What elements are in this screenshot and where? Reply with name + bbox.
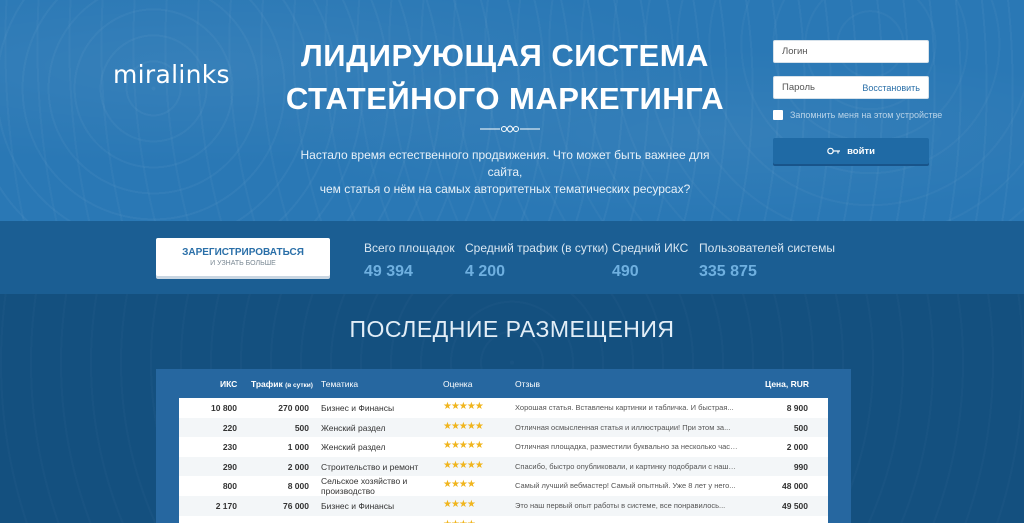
- recent-placements-section: ПОСЛЕДНИЕ РАЗМЕЩЕНИЯ ИКС Трафик (в сутки…: [0, 294, 1024, 523]
- cell-traffic: 500: [294, 422, 309, 433]
- cell-theme: Бизнес и Финансы: [321, 403, 395, 413]
- cell-review: Хорошая статья. Вставлены картинки и таб…: [515, 403, 734, 412]
- remember-me-label: Запомнить меня на этом устройстве: [790, 110, 943, 120]
- cell-theme: Строительство и ремонт: [321, 461, 419, 472]
- cell-traffic: 76 000: [283, 500, 309, 511]
- table-body: 10 800 270 000 Бизнес и Финансы ★★★★★ Хо…: [179, 398, 828, 523]
- col-header-rating[interactable]: Оценка: [443, 379, 472, 389]
- subtitle-line-2: чем статья о нём на самых авторитетных т…: [319, 182, 691, 196]
- cell-price: 990: [793, 461, 808, 472]
- table-row[interactable]: 800 8 000 Сельское хозяйство и производс…: [179, 476, 828, 496]
- table-row[interactable]: 10 800 270 000 Бизнес и Финансы ★★★★★ Хо…: [179, 398, 828, 418]
- stat-label: Всего площадок: [364, 241, 455, 255]
- password-placeholder: Пароль: [782, 82, 815, 93]
- rating-stars-icon: ★★★★★: [443, 459, 483, 471]
- headline-line-1: ЛИДИРУЮЩАЯ СИСТЕМА: [301, 38, 709, 73]
- cell-price: 8 900: [786, 403, 808, 413]
- rating-stars-icon: ★★★★: [443, 479, 475, 491]
- cell-price: 48 000: [782, 481, 808, 492]
- traffic-header-unit: (в сутки): [285, 382, 313, 389]
- rating-stars-icon: ★★★★: [443, 519, 475, 523]
- cell-review: Это наш первый опыт работы в системе, вс…: [515, 500, 726, 510]
- cell-theme: Женский раздел: [321, 442, 386, 453]
- cell-price: 49 500: [782, 500, 808, 511]
- cell-price: 500: [793, 422, 808, 433]
- col-header-theme[interactable]: Тематика: [321, 379, 358, 389]
- register-button[interactable]: ЗАРЕГИСТРИРОВАТЬСЯ И УЗНАТЬ БОЛЬШЕ: [156, 238, 330, 276]
- cell-traffic: 1 000: [287, 442, 309, 453]
- stat-users: Пользователей системы 335 875: [699, 241, 835, 281]
- table-row[interactable]: 290 2 000 Строительство и ремонт ★★★★★ С…: [179, 456, 828, 477]
- cell-traffic: 2 000: [287, 461, 309, 472]
- stat-value: 335 875: [699, 263, 757, 280]
- table-row[interactable]: Компьютеры и компьютерные ★★★★: [179, 516, 828, 523]
- key-icon: [827, 147, 841, 155]
- col-header-price[interactable]: Цена, RUR: [765, 379, 809, 389]
- cell-iks: 10 800: [211, 403, 237, 413]
- register-button-subtitle: И УЗНАТЬ БОЛЬШЕ: [210, 260, 276, 267]
- remember-me-checkbox[interactable]: [773, 110, 783, 120]
- cell-theme: Женский раздел: [321, 422, 386, 433]
- stat-total-sites: Всего площадок 49 394: [364, 241, 455, 281]
- cell-traffic: 8 000: [287, 481, 309, 492]
- cell-iks: 290: [222, 461, 237, 472]
- table-row[interactable]: 2 170 76 000 Бизнес и Финансы ★★★★ Это н…: [179, 495, 828, 516]
- login-placeholder: Логин: [782, 46, 808, 57]
- cell-review: Самый лучший вебмастер! Самый опытный. У…: [515, 481, 736, 491]
- stat-label: Средний ИКС: [612, 241, 689, 255]
- col-header-iks[interactable]: ИКС: [220, 379, 237, 389]
- col-header-review: Отзыв: [515, 379, 541, 389]
- stat-value: 490: [612, 263, 639, 280]
- restore-password-link[interactable]: Восстановить: [862, 83, 920, 93]
- cell-iks: 2 170: [215, 500, 237, 511]
- stat-avg-iks: Средний ИКС 490: [612, 241, 688, 281]
- cell-iks: 220: [222, 422, 237, 433]
- cell-review: Спасибо, быстро опубликовали, и картинку…: [515, 461, 739, 471]
- cell-theme: Бизнес и Финансы: [321, 500, 395, 511]
- stat-value: 4 200: [465, 263, 506, 280]
- password-input[interactable]: Пароль Восстановить: [773, 76, 929, 99]
- rating-stars-icon: ★★★★★: [443, 440, 483, 452]
- stats-bar: ЗАРЕГИСТРИРОВАТЬСЯ И УЗНАТЬ БОЛЬШЕ Всего…: [0, 221, 1024, 294]
- rating-stars-icon: ★★★★★: [443, 401, 483, 412]
- table-header: ИКС Трафик (в сутки) Тематика Оценка Отз…: [156, 369, 851, 397]
- rating-stars-icon: ★★★★: [443, 498, 475, 510]
- cell-traffic: 270 000: [278, 403, 309, 413]
- miralinks-logo[interactable]: miralinks: [113, 60, 230, 89]
- login-button-label: войти: [847, 145, 875, 157]
- cell-review: Отличная осмысленная статья и иллюстраци…: [515, 422, 731, 432]
- stat-label: Пользователей системы: [699, 241, 835, 255]
- rating-stars-icon: ★★★★★: [443, 420, 483, 432]
- placements-table: ИКС Трафик (в сутки) Тематика Оценка Отз…: [156, 369, 851, 523]
- section-title: ПОСЛЕДНИЕ РАЗМЕЩЕНИЯ: [349, 316, 675, 342]
- cell-price: 2 000: [786, 442, 808, 453]
- hero-subtitle: Настало время естественного продвижения.…: [290, 147, 720, 198]
- subtitle-line-1: Настало время естественного продвижения.…: [300, 148, 710, 179]
- table-row[interactable]: 220 500 Женский раздел ★★★★★ Отличная ос…: [179, 417, 828, 438]
- register-button-title: ЗАРЕГИСТРИРОВАТЬСЯ: [182, 247, 304, 258]
- login-button[interactable]: войти: [773, 138, 929, 164]
- stat-avg-traffic: Средний трафик (в сутки) 4 200: [465, 241, 608, 281]
- cell-review: Отличная площадка, разместили буквально …: [515, 442, 739, 452]
- hero-section: miralinks ЛИДИРУЮЩАЯ СИСТЕМА СТАТЕЙНОГО …: [0, 0, 1024, 221]
- remember-me[interactable]: Запомнить меня на этом устройстве: [773, 110, 942, 120]
- ornament-divider-icon: [480, 125, 540, 133]
- login-input[interactable]: Логин: [773, 40, 929, 63]
- cell-iks: 230: [222, 442, 237, 453]
- headline: ЛИДИРУЮЩАЯ СИСТЕМА СТАТЕЙНОГО МАРКЕТИНГА: [262, 34, 748, 120]
- traffic-header-label: Трафик: [251, 379, 283, 389]
- col-header-traffic[interactable]: Трафик (в сутки): [251, 379, 313, 389]
- stat-value: 49 394: [364, 263, 413, 280]
- headline-line-2: СТАТЕЙНОГО МАРКЕТИНГА: [285, 81, 725, 116]
- stat-label: Средний трафик (в сутки): [465, 241, 609, 255]
- cell-iks: 800: [222, 481, 237, 492]
- cell-theme: Сельское хозяйство и производство: [321, 476, 408, 497]
- table-row[interactable]: 230 1 000 Женский раздел ★★★★★ Отличная …: [179, 437, 828, 457]
